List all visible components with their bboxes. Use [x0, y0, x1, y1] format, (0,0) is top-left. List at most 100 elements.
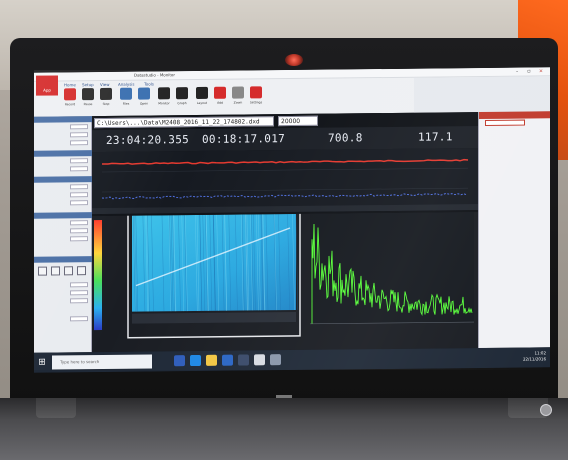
- graph-background: [92, 148, 478, 215]
- app-menu-button[interactable]: App: [36, 75, 58, 96]
- layout-icon[interactable]: [38, 266, 47, 276]
- layout-icon[interactable]: [51, 266, 60, 276]
- tab-home[interactable]: Home: [64, 82, 76, 87]
- setting-field[interactable]: [70, 220, 88, 226]
- setting-field[interactable]: [70, 192, 88, 198]
- system-tray-clock[interactable]: 11:02 22/11/2016: [523, 350, 546, 362]
- monitor-tool-button[interactable]: Monitor: [156, 87, 172, 113]
- setting-row[interactable]: [36, 290, 90, 297]
- setting-field[interactable]: [70, 132, 88, 138]
- open-icon: [138, 87, 150, 100]
- setting-row[interactable]: [36, 282, 90, 289]
- tool-label: Pause: [83, 102, 93, 107]
- setting-row[interactable]: [36, 158, 90, 165]
- graph-icon: [176, 87, 188, 100]
- pause-icon: [82, 88, 94, 101]
- setting-row[interactable]: [36, 132, 90, 139]
- windows-start-icon[interactable]: ⊞: [36, 357, 48, 369]
- tab-tools[interactable]: Tools: [144, 81, 154, 86]
- setting-field[interactable]: [70, 290, 88, 296]
- hinge-left: [36, 398, 76, 418]
- ribbon-right-strip: [414, 76, 550, 113]
- stop-icon: [100, 87, 112, 101]
- setting-row[interactable]: [36, 124, 90, 131]
- setting-row[interactable]: [36, 166, 90, 173]
- pinned-app-icon[interactable]: [270, 354, 281, 366]
- setting-row[interactable]: [36, 298, 90, 305]
- setting-field[interactable]: [70, 166, 88, 172]
- tool-label: Add: [217, 100, 223, 105]
- layout-icon: [196, 86, 208, 100]
- laptop-base: [0, 398, 568, 460]
- clock-readout: 23:04:20.355: [106, 133, 190, 147]
- app-menu-label: App: [43, 87, 51, 93]
- store-icon[interactable]: [222, 354, 233, 366]
- setting-field[interactable]: [70, 140, 88, 146]
- setting-field[interactable]: [70, 228, 88, 234]
- channel-setup-panel: [34, 116, 92, 353]
- setting-field[interactable]: [70, 298, 88, 304]
- pause-tool-button[interactable]: Pause: [80, 88, 96, 114]
- measurement-display: C:\Users\...\Data\M2408_2016_11_22_17480…: [92, 112, 478, 353]
- setting-field[interactable]: [70, 158, 88, 164]
- files-icon: [120, 87, 132, 100]
- panel-header: [34, 256, 92, 263]
- tab-view[interactable]: View: [100, 82, 110, 87]
- spectrum-background: [310, 212, 474, 324]
- open-tool-button[interactable]: Open: [136, 87, 152, 113]
- setting-row[interactable]: [36, 140, 90, 147]
- right-panel-tab[interactable]: [485, 119, 525, 126]
- right-property-panel: [478, 111, 550, 349]
- layout-tool-button[interactable]: Layout: [194, 86, 210, 113]
- setting-field[interactable]: [70, 236, 88, 242]
- panel-header: [34, 150, 92, 157]
- minimize-button[interactable]: –: [512, 69, 522, 75]
- taskbar-search-input[interactable]: Type here to search: [52, 354, 152, 370]
- tool-label: Files: [122, 101, 130, 106]
- add-tool-button[interactable]: Add: [212, 86, 228, 113]
- files-tool-button[interactable]: Files: [118, 87, 134, 114]
- stop-tool-button[interactable]: Stop: [98, 87, 114, 114]
- tool-label: Graph: [177, 101, 187, 106]
- setting-row[interactable]: [36, 200, 90, 207]
- power-button[interactable]: [540, 404, 552, 416]
- layout-icon[interactable]: [64, 266, 73, 276]
- panel-header: [34, 116, 92, 123]
- zoom-tool-button[interactable]: Zoom: [230, 86, 246, 112]
- right-panel-header: [479, 111, 550, 120]
- app-taskbar-icon[interactable]: [254, 354, 265, 366]
- setting-row[interactable]: [36, 316, 90, 323]
- setting-row[interactable]: [36, 228, 90, 235]
- setting-row[interactable]: [36, 220, 90, 227]
- close-button[interactable]: ×: [536, 68, 546, 74]
- record-icon: [64, 88, 76, 101]
- maximize-button[interactable]: ▫: [524, 68, 534, 75]
- setting-field[interactable]: [70, 316, 88, 322]
- file-explorer-icon[interactable]: [206, 354, 217, 366]
- setting-field[interactable]: [70, 184, 88, 190]
- setting-row[interactable]: [36, 192, 90, 199]
- setting-row[interactable]: [36, 184, 90, 191]
- tool-label: Monitor: [158, 101, 170, 106]
- tab-analysis[interactable]: Analysis: [118, 82, 134, 87]
- record-tool-button[interactable]: Record: [62, 88, 78, 114]
- setting-field[interactable]: [70, 124, 88, 130]
- file-path-field[interactable]: C:\Users\...\Data\M2408_2016_11_22_17480…: [94, 116, 274, 129]
- mail-icon[interactable]: [238, 354, 249, 366]
- layout-icon[interactable]: [77, 266, 86, 276]
- monitor-icon: [158, 87, 170, 100]
- setting-field[interactable]: [70, 200, 88, 206]
- graph-tool-button[interactable]: Graph: [174, 87, 190, 113]
- tab-setup[interactable]: Setup: [82, 82, 94, 87]
- webcam-indicator: [285, 54, 303, 66]
- sample-rate-field[interactable]: 20000: [278, 115, 318, 127]
- setting-row[interactable]: [36, 236, 90, 243]
- setting-field[interactable]: [70, 282, 88, 288]
- settings-tool-button[interactable]: Settings: [248, 86, 264, 112]
- value-readout-2: 117.1: [418, 130, 453, 144]
- clock-date: 22/11/2016: [522, 356, 546, 362]
- time-recorder-graph[interactable]: [92, 148, 478, 215]
- edge-browser-icon[interactable]: [190, 354, 201, 367]
- tool-label: Record: [64, 102, 76, 107]
- task-view-icon[interactable]: [174, 355, 185, 367]
